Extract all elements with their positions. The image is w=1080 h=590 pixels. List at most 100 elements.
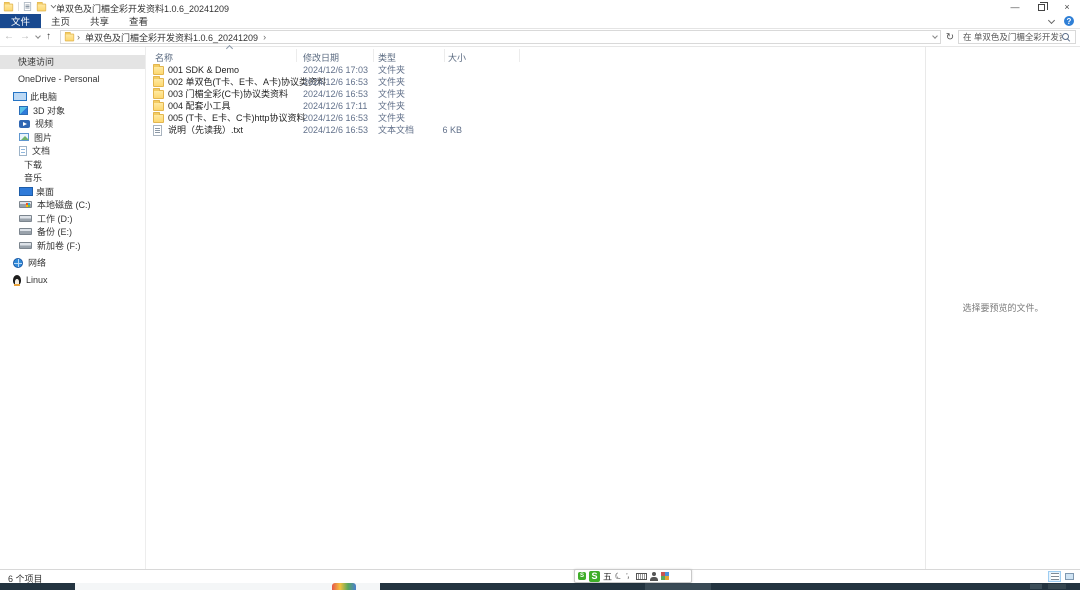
address-bar[interactable]: › 单双色及门楣全彩开发资料1.0.6_20241209 › xyxy=(60,30,941,44)
preview-pane: 选择要预览的文件。 xyxy=(925,47,1080,569)
breadcrumb-separator-2[interactable]: › xyxy=(263,32,266,42)
search-icon xyxy=(1062,33,1071,42)
sidebar-item-desktop[interactable]: 桌面 xyxy=(0,185,145,199)
sidebar-item-linux[interactable]: Linux xyxy=(0,274,145,288)
column-header-name[interactable]: 名称 xyxy=(155,51,173,64)
file-date-modified: 2024/12/6 16:53 xyxy=(303,76,368,88)
recent-locations-chevron-icon[interactable] xyxy=(35,33,41,39)
wubi-mode-icon[interactable]: 五 xyxy=(603,570,612,583)
3d-icon xyxy=(19,106,28,115)
file-type: 文件夹 xyxy=(378,112,405,124)
toolbox-icon[interactable] xyxy=(661,572,669,580)
file-list-pane: 名称 修改日期 类型 大小 001 SDK & Demo 2024/12/6 1… xyxy=(147,47,925,569)
ribbon-tab-bar: 文件 主页 共享 查看 ? xyxy=(0,14,1080,29)
sidebar-item-onedrive[interactable]: OneDrive - Personal xyxy=(0,73,145,87)
restore-button[interactable] xyxy=(1028,0,1054,14)
folder-icon xyxy=(153,90,164,99)
sidebar-item-documents[interactable]: 文档 xyxy=(0,144,145,158)
file-row-row-001[interactable]: 001 SDK & Demo 2024/12/6 17:03 文件夹 xyxy=(147,64,925,76)
folder-icon xyxy=(153,114,164,123)
sidebar-item-backup-e[interactable]: 备份 (E:) xyxy=(0,225,145,239)
file-name[interactable]: 005 (T卡、E卡、C卡)http协议资料 xyxy=(168,112,306,124)
back-button[interactable]: ← xyxy=(4,32,14,42)
file-rows: 001 SDK & Demo 2024/12/6 17:03 文件夹 002 单… xyxy=(147,64,925,136)
thumbnail-view-icon xyxy=(1065,573,1074,580)
thumbnail-view-button[interactable] xyxy=(1063,571,1076,582)
file-row-row-006[interactable]: 说明（先读我）.txt 2024/12/6 16:53 文本文档 6 KB xyxy=(147,124,925,136)
sidebar-item-new-volume-f[interactable]: 新加卷 (F:) xyxy=(0,239,145,253)
column-header-size[interactable]: 大小 xyxy=(448,51,466,64)
user-login-icon[interactable] xyxy=(650,572,658,581)
column-header-type[interactable]: 类型 xyxy=(378,51,396,64)
search-box[interactable]: 在 单双色及门楣全彩开发资... xyxy=(958,30,1076,44)
sidebar-item-videos[interactable]: 视频 xyxy=(0,117,145,131)
file-type: 文件夹 xyxy=(378,88,405,100)
file-name[interactable]: 003 门楣全彩(C卡)协议类资料 xyxy=(168,88,288,100)
sidebar-item-label: OneDrive - Personal xyxy=(18,74,100,84)
sidebar-item-this-pc[interactable]: 此电脑 xyxy=(0,90,145,104)
up-button[interactable]: ↑ xyxy=(46,32,51,42)
folder-icon xyxy=(153,102,164,111)
titlebar: 单双色及门楣全彩开发资料1.0.6_20241209 — × xyxy=(0,0,1080,14)
forward-button[interactable]: → xyxy=(20,32,30,42)
sidebar-item-3d-objects[interactable]: 3D 对象 xyxy=(0,104,145,118)
sidebar-item-label: 此电脑 xyxy=(30,90,57,103)
sidebar-item-work-d[interactable]: 工作 (D:) xyxy=(0,212,145,226)
restore-icon xyxy=(1038,4,1045,11)
file-row-row-003[interactable]: 003 门楣全彩(C卡)协议类资料 2024/12/6 16:53 文件夹 xyxy=(147,88,925,100)
tab-view[interactable]: 查看 xyxy=(119,14,158,28)
close-button[interactable]: × xyxy=(1054,0,1080,14)
sidebar-item-label: 3D 对象 xyxy=(33,104,65,117)
column-separator[interactable] xyxy=(444,49,445,62)
sidebar-item-local-disk-c[interactable]: 本地磁盘 (C:) xyxy=(0,198,145,212)
file-row-row-005[interactable]: 005 (T卡、E卡、C卡)http协议资料 2024/12/6 16:53 文… xyxy=(147,112,925,124)
breadcrumb[interactable]: 单双色及门楣全彩开发资料1.0.6_20241209 xyxy=(85,31,258,44)
taskbar-active-app[interactable] xyxy=(645,583,711,590)
column-separator[interactable] xyxy=(373,49,374,62)
address-dropdown-chevron-icon[interactable] xyxy=(932,33,938,39)
sidebar-item-music[interactable]: 音乐 xyxy=(0,171,145,185)
sidebar-item-network[interactable]: 网络 xyxy=(0,256,145,270)
sort-ascending-icon xyxy=(226,45,233,52)
file-row-row-002[interactable]: 002 单双色(T卡、E卡、A卡)协议类资料 2024/12/6 16:53 文… xyxy=(147,76,925,88)
sidebar-item-downloads[interactable]: 下载 xyxy=(0,158,145,172)
column-header-date-modified[interactable]: 修改日期 xyxy=(303,51,339,64)
details-view-button[interactable] xyxy=(1048,571,1061,582)
refresh-button[interactable]: ↻ xyxy=(944,31,956,43)
tab-home[interactable]: 主页 xyxy=(41,14,80,28)
desktop-icon xyxy=(19,187,31,196)
soft-keyboard-icon[interactable] xyxy=(636,573,647,580)
punctuation-icon[interactable]: ’， xyxy=(626,571,633,581)
column-separator[interactable] xyxy=(296,49,297,62)
taskbar-tray-item[interactable] xyxy=(1048,584,1066,589)
disk-icon xyxy=(19,242,32,249)
tab-file[interactable]: 文件 xyxy=(0,14,41,28)
column-separator[interactable] xyxy=(519,49,520,62)
file-name[interactable]: 004 配套小工具 xyxy=(168,100,231,112)
sidebar-item-label: 下载 xyxy=(24,158,42,171)
tab-share[interactable]: 共享 xyxy=(80,14,119,28)
expand-ribbon-chevron-icon[interactable] xyxy=(1048,16,1055,23)
help-icon[interactable]: ? xyxy=(1064,16,1074,26)
file-date-modified: 2024/12/6 16:53 xyxy=(303,124,368,136)
file-date-modified: 2024/12/6 16:53 xyxy=(303,112,368,124)
sidebar-item-pictures[interactable]: 图片 xyxy=(0,131,145,145)
taskbar-app-icon[interactable] xyxy=(332,583,356,590)
properties-icon[interactable] xyxy=(24,2,31,11)
taskbar-tray-item[interactable] xyxy=(1030,584,1042,589)
sogou-logo-icon[interactable]: S xyxy=(589,571,600,582)
video-icon xyxy=(19,120,30,128)
new-folder-icon[interactable] xyxy=(37,3,46,11)
fullwidth-moon-icon[interactable]: ☾ xyxy=(613,569,625,582)
file-name[interactable]: 说明（先读我）.txt xyxy=(168,124,243,136)
sidebar-item-quick-access[interactable]: 快速访问 xyxy=(0,55,145,69)
file-name[interactable]: 001 SDK & Demo xyxy=(168,64,239,76)
file-type: 文件夹 xyxy=(378,64,405,76)
navigation-bar: ← → ↑ › 单双色及门楣全彩开发资料1.0.6_20241209 › ↻ 在… xyxy=(0,29,1080,47)
qat-separator xyxy=(18,2,19,11)
sogou-tray-icon[interactable]: S xyxy=(578,572,586,580)
file-row-row-004[interactable]: 004 配套小工具 2024/12/6 17:11 文件夹 xyxy=(147,100,925,112)
sidebar-item-label: 备份 (E:) xyxy=(37,225,72,238)
window-folder-icon[interactable] xyxy=(4,3,13,11)
minimize-button[interactable]: — xyxy=(1002,0,1028,14)
